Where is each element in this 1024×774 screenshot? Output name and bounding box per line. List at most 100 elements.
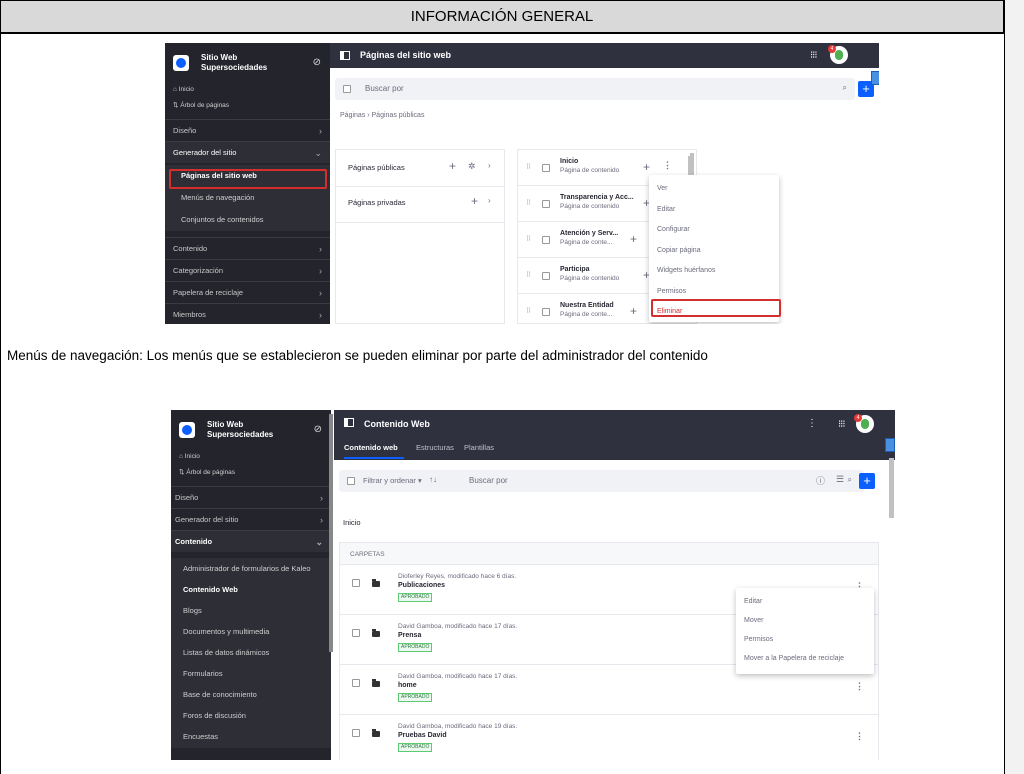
panel-toggle-icon[interactable]	[340, 51, 350, 60]
sidebar-section-design[interactable]: Diseño ›	[171, 486, 331, 508]
row-checkbox[interactable]	[542, 308, 550, 316]
public-pages-item[interactable]: Páginas públicas	[348, 163, 405, 172]
toolbar: Filtrar y ordenar ▾ ↑↓ Buscar por ⌕	[339, 470, 864, 492]
row-checkbox[interactable]	[542, 200, 550, 208]
row-checkbox[interactable]	[542, 236, 550, 244]
menu-item[interactable]: Configurar	[657, 226, 690, 233]
folder-row[interactable]: David Gamboa, modificado hace 19 días. Pr…	[340, 715, 878, 760]
sidebar-scrollbar[interactable]	[329, 414, 333, 652]
panel-toggle-icon[interactable]	[344, 418, 354, 427]
menu-item[interactable]: Mover	[744, 617, 763, 624]
sidebar-item[interactable]: Documentos y multimedia	[171, 621, 331, 643]
sidebar-section-recycle-bin[interactable]: Papelera de reciclaje ›	[165, 281, 330, 303]
sidebar-item-collections[interactable]: Conjuntos de contenidos	[165, 209, 330, 231]
gear-icon[interactable]: ✲	[468, 161, 476, 172]
site-brand[interactable]: Sitio Web Supersociedades	[173, 53, 267, 73]
private-pages-item[interactable]: Páginas privadas	[348, 198, 406, 207]
compass-icon[interactable]: ⊘	[313, 57, 321, 68]
kebab-icon[interactable]: ⋮	[807, 418, 817, 429]
sidebar-section-design[interactable]: Diseño ›	[165, 119, 330, 141]
menu-item[interactable]: Widgets huérfanos	[657, 267, 715, 274]
drag-handle-icon[interactable]: ⠿	[526, 271, 531, 279]
side-widget-icon[interactable]	[871, 71, 879, 85]
sidebar-item[interactable]: Foros de discusión	[171, 705, 331, 727]
add-icon[interactable]: +	[643, 160, 650, 174]
drag-handle-icon[interactable]: ⠿	[526, 235, 531, 243]
sort-icon[interactable]: ↑↓	[429, 475, 437, 484]
sidebar-section-content[interactable]: Contenido ⌄	[171, 530, 331, 552]
sidebar-item[interactable]: Contenido Web	[171, 579, 331, 601]
home-link[interactable]: ⌂ Inicio	[179, 453, 200, 460]
menu-item[interactable]: Ver	[657, 185, 668, 192]
folder-name[interactable]: home	[398, 682, 417, 689]
home-link[interactable]: ⌂ Inicio	[173, 86, 194, 93]
apps-grid-icon[interactable]: ⁝⁝⁝	[810, 50, 817, 61]
drag-handle-icon[interactable]: ⠿	[526, 307, 531, 315]
folder-name[interactable]: Prensa	[398, 632, 421, 639]
select-all-checkbox[interactable]	[347, 477, 355, 485]
menu-item[interactable]: Mover a la Papelera de reciclaje	[744, 655, 844, 662]
sidebar-item[interactable]: Formularios	[171, 663, 331, 685]
sidebar-item[interactable]: Listas de datos dinámicos	[171, 642, 331, 664]
info-icon[interactable]: ⓘ	[816, 474, 825, 487]
menu-item[interactable]: Permisos	[744, 636, 773, 643]
sidebar-item[interactable]: Administrador de formularios de Kaleo	[171, 558, 331, 580]
search-icon[interactable]: ⌕	[843, 83, 847, 93]
sidebar-item-navigation-menus[interactable]: Menús de navegación	[165, 187, 330, 209]
kebab-icon[interactable]: ⋮	[855, 681, 864, 692]
sidebar-section-site-builder[interactable]: Generador del sitio ›	[171, 508, 331, 530]
page-name: Nuestra Entidad	[560, 302, 614, 309]
row-checkbox[interactable]	[352, 579, 360, 587]
list-view-icon[interactable]: ☰	[836, 474, 844, 485]
chevron-right-icon[interactable]: ›	[488, 161, 491, 170]
page-name: Transparencia y Acc...	[560, 194, 634, 201]
menu-item[interactable]: Copiar página	[657, 247, 701, 254]
tab[interactable]: Contenido web	[344, 443, 398, 452]
menu-item[interactable]: Permisos	[657, 288, 686, 295]
row-checkbox[interactable]	[542, 164, 550, 172]
sidebar-section-site-builder[interactable]: Generador del sitio ⌄	[165, 141, 330, 163]
tab[interactable]: Plantillas	[464, 443, 494, 452]
menu-item[interactable]: Editar	[744, 598, 762, 605]
sidebar-item[interactable]: Encuestas	[171, 726, 331, 748]
chevron-right-icon[interactable]: ›	[488, 196, 491, 205]
main-scrollbar[interactable]	[889, 458, 894, 518]
row-checkbox[interactable]	[352, 679, 360, 687]
row-checkbox[interactable]	[352, 729, 360, 737]
row-checkbox[interactable]	[542, 272, 550, 280]
apps-grid-icon[interactable]: ⁝⁝⁝	[838, 419, 845, 430]
filter-dropdown[interactable]: Filtrar y ordenar ▾	[363, 476, 422, 485]
drag-handle-icon[interactable]: ⠿	[526, 163, 531, 171]
drag-handle-icon[interactable]: ⠿	[526, 199, 531, 207]
avatar[interactable]: 4	[854, 414, 874, 433]
folder-name[interactable]: Pruebas David	[398, 732, 447, 739]
select-all-checkbox[interactable]	[343, 85, 351, 93]
page-tree-link[interactable]: ⇅ Árbol de páginas	[173, 101, 229, 109]
section-label: Diseño	[175, 493, 199, 502]
add-icon[interactable]: +	[630, 232, 637, 246]
row-checkbox[interactable]	[352, 629, 360, 637]
kebab-icon[interactable]: ⋮	[663, 160, 672, 171]
add-icon[interactable]: +	[630, 304, 637, 318]
add-icon[interactable]: +	[471, 194, 478, 208]
sidebar-section-members[interactable]: Miembros ›	[165, 303, 330, 324]
search-input[interactable]: Buscar por	[469, 476, 508, 485]
sidebar-item[interactable]: Base de conocimiento	[171, 684, 331, 706]
add-icon[interactable]: +	[449, 159, 456, 173]
sidebar-section-categorization[interactable]: Categorización ›	[165, 259, 330, 281]
compass-icon[interactable]: ⊘	[314, 424, 322, 435]
tab[interactable]: Estructuras	[416, 443, 454, 452]
menu-item[interactable]: Editar	[657, 206, 675, 213]
page-tree-link[interactable]: ⇅ Árbol de páginas	[179, 468, 235, 476]
add-button[interactable]: +	[859, 473, 875, 489]
search-input[interactable]: Buscar por	[365, 84, 404, 93]
kebab-icon[interactable]: ⋮	[855, 731, 864, 742]
folder-name[interactable]: Publicaciones	[398, 582, 445, 589]
sidebar-section-content[interactable]: Contenido ›	[165, 237, 330, 259]
avatar[interactable]: 4	[828, 45, 848, 64]
sidebar-item[interactable]: Blogs	[171, 600, 331, 622]
side-widget-icon[interactable]	[885, 438, 895, 452]
search-icon[interactable]: ⌕	[848, 475, 852, 485]
site-brand[interactable]: Sitio Web Supersociedades	[179, 420, 273, 440]
search-bar[interactable]: Buscar por ⌕	[335, 78, 855, 100]
